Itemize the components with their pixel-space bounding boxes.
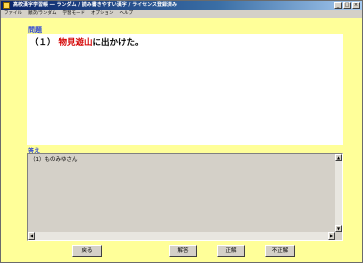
question-text: （１） 物見遊山に出かけた。 — [30, 36, 144, 48]
menu-help[interactable]: ヘルプ — [120, 10, 134, 18]
menu-study-mode[interactable]: 学習モード — [63, 10, 86, 18]
app-icon — [3, 2, 10, 9]
question-number: （１） — [30, 38, 56, 48]
scroll-left-icon[interactable]: ◀ — [28, 232, 35, 240]
menu-file[interactable]: ファイル — [4, 10, 22, 18]
menu-options[interactable]: オプション — [91, 10, 114, 18]
vertical-scrollbar[interactable]: ▲ ▼ — [335, 154, 342, 232]
horizontal-scrollbar[interactable]: ◀ ▶ — [28, 232, 335, 240]
scroll-up-icon[interactable]: ▲ — [335, 154, 342, 161]
close-button[interactable]: × — [352, 2, 360, 9]
correct-button[interactable]: 正解 — [217, 245, 245, 257]
maximize-button[interactable]: □ — [343, 2, 351, 9]
reveal-answer-button[interactable]: 解答 — [169, 245, 197, 257]
answer-text: （1）ものみゆさん — [30, 157, 78, 163]
question-suffix: に出かけた。 — [92, 38, 144, 48]
incorrect-button[interactable]: 不正解 — [265, 245, 295, 257]
scrollbar-corner — [335, 232, 342, 240]
menu-order[interactable]: 順次/ランダム — [28, 10, 57, 18]
scroll-right-icon[interactable]: ▶ — [328, 232, 335, 240]
app-window: 高校漢字学習帳 ― ランダム / 読み書きやすい漢字 / ライセンス登録済み _… — [0, 0, 363, 263]
question-panel: （１） 物見遊山に出かけた。 — [27, 34, 343, 145]
menu-bar: ファイル 順次/ランダム 学習モード オプション ヘルプ — [1, 10, 362, 18]
scroll-down-icon[interactable]: ▼ — [335, 225, 342, 232]
back-button[interactable]: 戻る — [72, 245, 102, 257]
minimize-button[interactable]: _ — [334, 2, 342, 9]
question-highlight-word: 物見遊山 — [58, 38, 93, 48]
answer-panel[interactable]: （1）ものみゆさん ▲ ▼ ◀ ▶ — [27, 153, 343, 241]
title-bar[interactable]: 高校漢字学習帳 ― ランダム / 読み書きやすい漢字 / ライセンス登録済み _… — [1, 1, 362, 10]
window-title: 高校漢字学習帳 ― ランダム / 読み書きやすい漢字 / ライセンス登録済み — [13, 2, 178, 8]
